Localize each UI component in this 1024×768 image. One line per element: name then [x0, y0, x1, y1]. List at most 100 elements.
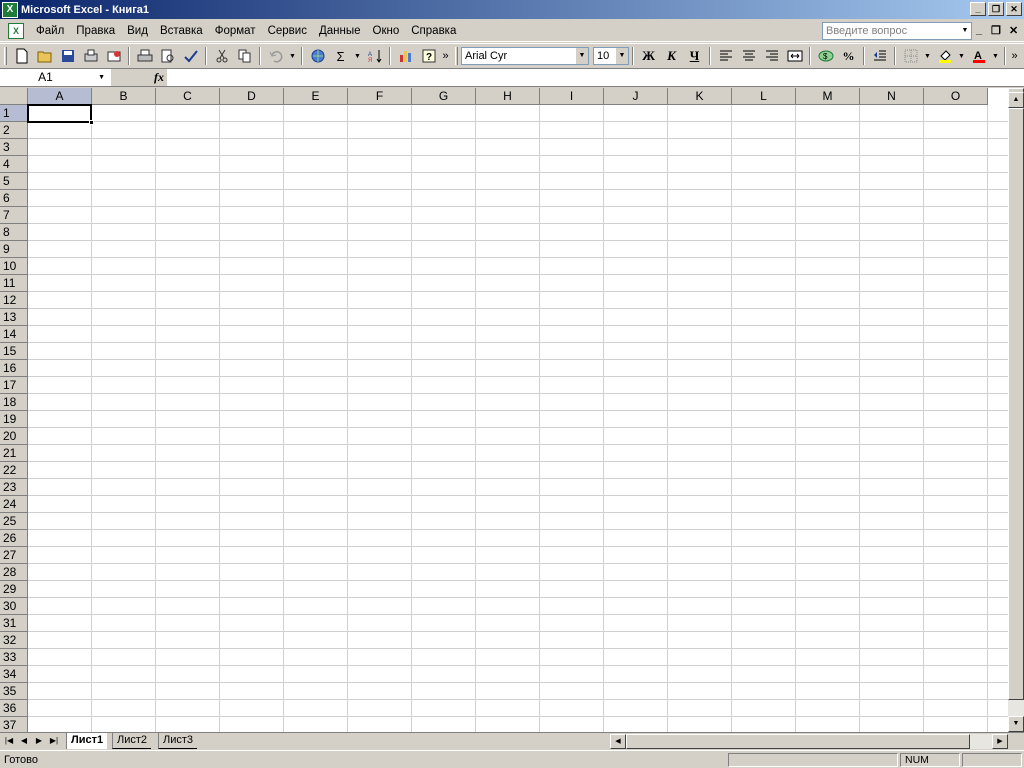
last-sheet-icon[interactable]: ▶| — [48, 735, 60, 747]
doc-close-button[interactable]: ✕ — [1009, 24, 1018, 37]
row-header[interactable]: 10 — [0, 258, 28, 275]
scroll-up-button[interactable]: ▲ — [1008, 92, 1024, 108]
row-header[interactable]: 33 — [0, 649, 28, 666]
column-header[interactable]: G — [412, 88, 476, 105]
document-icon[interactable]: X — [8, 22, 24, 39]
fill-color-dropdown-icon[interactable]: ▼ — [956, 45, 967, 67]
decrease-indent-icon[interactable] — [868, 45, 891, 67]
help-icon[interactable]: ? — [417, 45, 440, 67]
autosum-icon[interactable]: Σ — [329, 45, 352, 67]
chevron-down-icon[interactable]: ▼ — [98, 69, 105, 86]
column-header[interactable]: J — [604, 88, 668, 105]
select-all-button[interactable] — [0, 88, 28, 105]
scroll-left-button[interactable]: ◀ — [610, 734, 626, 749]
row-header[interactable]: 6 — [0, 190, 28, 207]
toolbar-options-icon[interactable]: » — [1009, 45, 1020, 67]
minimize-button[interactable]: _ — [970, 2, 986, 16]
column-header[interactable]: D — [220, 88, 284, 105]
column-header[interactable]: N — [860, 88, 924, 105]
chart-wizard-icon[interactable] — [394, 45, 417, 67]
cell-area[interactable] — [28, 105, 1008, 732]
currency-format-icon[interactable]: $ — [814, 45, 837, 67]
toolbar-grip[interactable] — [4, 47, 7, 65]
row-header[interactable]: 20 — [0, 428, 28, 445]
fill-handle[interactable] — [89, 120, 94, 125]
toolbar-grip[interactable] — [455, 47, 458, 65]
cut-icon[interactable] — [210, 45, 233, 67]
permission-icon[interactable] — [79, 45, 102, 67]
row-header[interactable]: 5 — [0, 173, 28, 190]
row-header[interactable]: 1 — [0, 105, 28, 122]
undo-dropdown-icon[interactable]: ▼ — [287, 45, 298, 67]
menu-view[interactable]: Вид — [121, 20, 154, 42]
row-header[interactable]: 22 — [0, 462, 28, 479]
row-header[interactable]: 8 — [0, 224, 28, 241]
menu-edit[interactable]: Правка — [70, 20, 121, 42]
align-right-icon[interactable] — [760, 45, 783, 67]
first-sheet-icon[interactable]: |◀ — [3, 735, 15, 747]
column-header[interactable]: M — [796, 88, 860, 105]
scroll-right-button[interactable]: ▶ — [992, 734, 1008, 749]
scroll-down-button[interactable]: ▼ — [1008, 716, 1024, 732]
percent-format-button[interactable]: % — [837, 45, 860, 67]
spelling-icon[interactable] — [179, 45, 202, 67]
sheet-tab-2[interactable]: Лист2 — [112, 733, 152, 749]
font-color-dropdown-icon[interactable]: ▼ — [990, 45, 1001, 67]
column-header[interactable]: H — [476, 88, 540, 105]
row-header[interactable]: 14 — [0, 326, 28, 343]
excel-app-icon[interactable]: X — [2, 1, 18, 18]
horizontal-scroll-thumb[interactable] — [626, 734, 970, 749]
doc-restore-button[interactable]: ❐ — [991, 24, 1001, 37]
sheet-tab-1[interactable]: Лист1 — [66, 733, 108, 749]
open-folder-icon[interactable] — [33, 45, 56, 67]
row-header[interactable]: 34 — [0, 666, 28, 683]
column-header[interactable]: E — [284, 88, 348, 105]
column-header[interactable]: F — [348, 88, 412, 105]
doc-minimize-button[interactable]: _ — [976, 24, 982, 36]
column-header[interactable]: B — [92, 88, 156, 105]
hyperlink-icon[interactable] — [306, 45, 329, 67]
row-header[interactable]: 23 — [0, 479, 28, 496]
underline-button[interactable]: Ч — [683, 45, 706, 67]
undo-icon[interactable] — [264, 45, 287, 67]
row-header[interactable]: 24 — [0, 496, 28, 513]
column-header[interactable]: C — [156, 88, 220, 105]
chevron-down-icon[interactable]: ▼ — [615, 48, 628, 64]
help-question-input[interactable]: Введите вопрос ▼ — [822, 22, 972, 40]
vertical-scrollbar[interactable]: ▲ ▼ — [1008, 88, 1024, 732]
row-header[interactable]: 3 — [0, 139, 28, 156]
italic-button[interactable]: К — [660, 45, 683, 67]
align-left-icon[interactable] — [714, 45, 737, 67]
font-color-icon[interactable]: A — [967, 45, 990, 67]
row-header[interactable]: 31 — [0, 615, 28, 632]
borders-icon[interactable] — [899, 45, 922, 67]
merge-center-icon[interactable] — [783, 45, 806, 67]
restore-button[interactable]: ❐ — [988, 2, 1004, 16]
menu-data[interactable]: Данные — [313, 20, 367, 42]
menu-tools[interactable]: Сервис — [262, 20, 313, 42]
row-header[interactable]: 37 — [0, 717, 28, 732]
chevron-down-icon[interactable]: ▼ — [959, 23, 971, 39]
new-file-icon[interactable] — [10, 45, 33, 67]
row-header[interactable]: 27 — [0, 547, 28, 564]
font-name-select[interactable]: Arial Cyr ▼ — [461, 47, 589, 65]
row-header[interactable]: 35 — [0, 683, 28, 700]
align-center-icon[interactable] — [737, 45, 760, 67]
horizontal-scrollbar[interactable]: ◀ ▶ — [610, 734, 1008, 749]
menu-insert[interactable]: Вставка — [154, 20, 209, 42]
row-header[interactable]: 13 — [0, 309, 28, 326]
menu-help[interactable]: Справка — [405, 20, 462, 42]
next-sheet-icon[interactable]: ▶ — [33, 735, 45, 747]
email-icon[interactable] — [102, 45, 125, 67]
row-header[interactable]: 21 — [0, 445, 28, 462]
row-header[interactable]: 11 — [0, 275, 28, 292]
active-cell-a1[interactable] — [27, 104, 92, 123]
menu-format[interactable]: Формат — [209, 20, 262, 42]
row-header[interactable]: 36 — [0, 700, 28, 717]
vertical-scroll-thumb[interactable] — [1008, 108, 1024, 700]
worksheet-grid[interactable]: ABCDEFGHIJKLMNO 1 2 3 4 5 6 7 8 9 10 11 12 13 14 15 16 1… — [0, 88, 1008, 732]
column-header[interactable]: L — [732, 88, 796, 105]
print-icon[interactable] — [133, 45, 156, 67]
row-header[interactable]: 12 — [0, 292, 28, 309]
row-header[interactable]: 2 — [0, 122, 28, 139]
